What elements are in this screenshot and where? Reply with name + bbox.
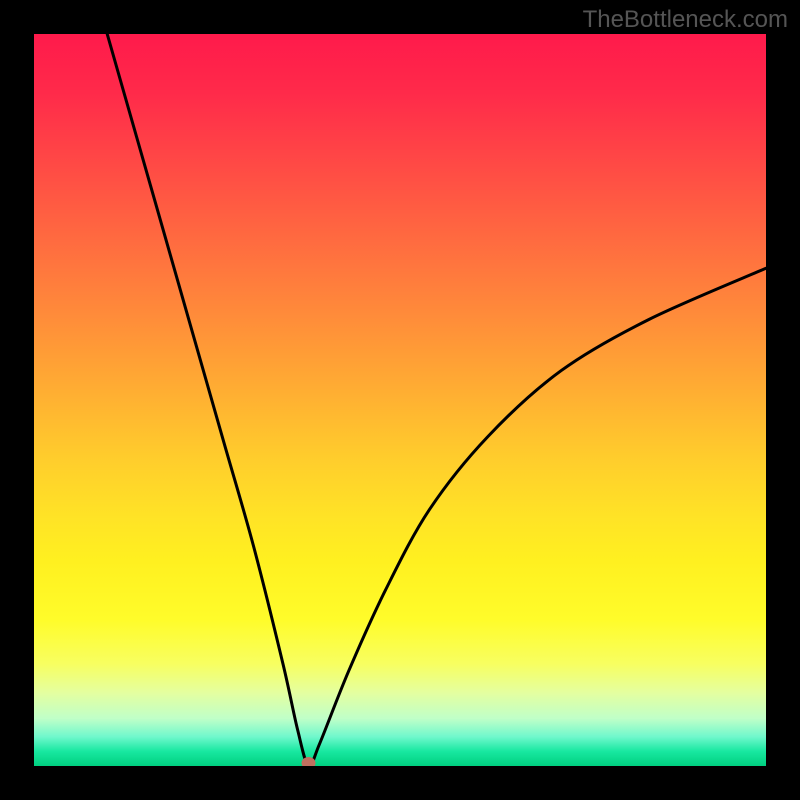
watermark-text: TheBottleneck.com [583,6,788,34]
curve-overlay [34,34,766,766]
bottleneck-curve [107,34,766,766]
chart-frame: TheBottleneck.com [0,0,800,800]
plot-area [34,34,766,766]
